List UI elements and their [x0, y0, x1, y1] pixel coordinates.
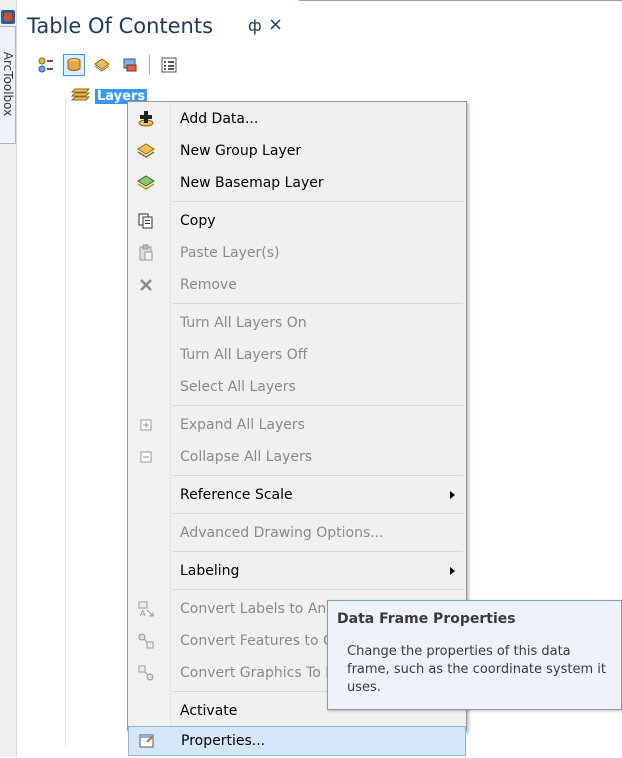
menu-item-label: Labeling — [180, 563, 240, 579]
tree-guide-line — [65, 98, 66, 748]
menu-item-label: Select All Layers — [180, 379, 296, 395]
toolbar-separator — [149, 55, 150, 75]
menu-item-turn-all-layers-off[interactable]: Turn All Layers Off — [128, 339, 466, 371]
basemap-layer-icon — [136, 173, 156, 193]
menu-separator — [173, 303, 463, 304]
menu-separator — [173, 513, 463, 514]
close-icon[interactable]: × — [268, 14, 283, 35]
convert-graphics-icon — [136, 663, 156, 683]
menu-item-label: Collapse All Layers — [180, 449, 313, 465]
arctoolbox-tab[interactable]: ArcToolbox — [0, 26, 16, 144]
menu-item-label: Turn All Layers On — [180, 315, 307, 331]
toc-title: Table Of Contents — [27, 14, 214, 38]
toc-toolbar — [35, 52, 180, 78]
convert-labels-icon: A — [136, 599, 156, 619]
menu-item-copy[interactable]: Copy — [128, 205, 466, 237]
arcmap-app-icon — [1, 10, 15, 24]
list-by-visibility-icon[interactable] — [91, 54, 113, 76]
menu-item-label: New Group Layer — [180, 143, 302, 159]
menu-item-label: Turn All Layers Off — [180, 347, 308, 363]
menu-item-label: Advanced Drawing Options... — [180, 525, 384, 541]
submenu-arrow-icon — [450, 491, 455, 499]
menu-item-label: New Basemap Layer — [180, 175, 324, 191]
list-by-source-icon[interactable] — [63, 54, 85, 76]
menu-separator — [173, 201, 463, 202]
menu-item-label: Reference Scale — [180, 487, 293, 503]
menu-item-new-group-layer[interactable]: New Group Layer — [128, 135, 466, 167]
menu-separator — [173, 589, 463, 590]
menu-item-label: Properties... — [181, 733, 266, 749]
menu-separator — [173, 551, 463, 552]
arctoolbox-strip: ArcToolbox — [0, 0, 17, 757]
menu-item-advanced-drawing-options[interactable]: Advanced Drawing Options... — [128, 517, 466, 549]
menu-item-label: Add Data... — [180, 111, 259, 127]
menu-item-expand-all-layers[interactable]: Expand All Layers — [128, 409, 466, 441]
svg-text:A: A — [140, 609, 146, 618]
group-layer-icon — [136, 141, 156, 161]
copy-icon — [136, 211, 156, 231]
menu-item-label: Paste Layer(s) — [180, 245, 280, 261]
menu-item-select-all-layers[interactable]: Select All Layers — [128, 371, 466, 403]
remove-icon — [136, 275, 156, 295]
expand-icon — [136, 415, 156, 435]
menu-item-labeling[interactable]: Labeling — [128, 555, 466, 587]
options-icon[interactable] — [158, 54, 180, 76]
menu-item-label: Activate — [180, 703, 238, 719]
menu-item-add-data[interactable]: Add Data... — [128, 103, 466, 135]
menu-item-label: Copy — [180, 213, 216, 229]
arctoolbox-tab-label: ArcToolbox — [1, 51, 15, 117]
menu-item-label: Expand All Layers — [180, 417, 305, 433]
menu-item-remove[interactable]: Remove — [128, 269, 466, 301]
list-by-selection-icon[interactable] — [119, 54, 141, 76]
menu-item-label: Remove — [180, 277, 237, 293]
add-data-icon — [136, 109, 156, 129]
properties-icon — [137, 731, 157, 751]
menu-item-properties[interactable]: Properties... — [128, 726, 466, 756]
menu-item-reference-scale[interactable]: Reference Scale — [128, 479, 466, 511]
menu-separator — [173, 405, 463, 406]
tooltip-body: Change the properties of this data frame… — [347, 644, 606, 695]
paste-icon — [136, 243, 156, 263]
menu-item-paste-layers[interactable]: Paste Layer(s) — [128, 237, 466, 269]
submenu-arrow-icon — [450, 567, 455, 575]
pin-icon[interactable]: ф — [248, 16, 262, 35]
menu-separator — [173, 475, 463, 476]
collapse-icon — [136, 447, 156, 467]
list-by-drawing-order-icon[interactable] — [35, 54, 57, 76]
menu-item-turn-all-layers-on[interactable]: Turn All Layers On — [128, 307, 466, 339]
data-frame-properties-tooltip: Data Frame Properties Change the propert… — [327, 600, 622, 710]
layers-icon — [70, 86, 91, 106]
menu-item-new-basemap-layer[interactable]: New Basemap Layer — [128, 167, 466, 199]
tooltip-title: Data Frame Properties — [337, 611, 516, 627]
menu-item-collapse-all-layers[interactable]: Collapse All Layers — [128, 441, 466, 473]
convert-features-icon — [136, 631, 156, 651]
